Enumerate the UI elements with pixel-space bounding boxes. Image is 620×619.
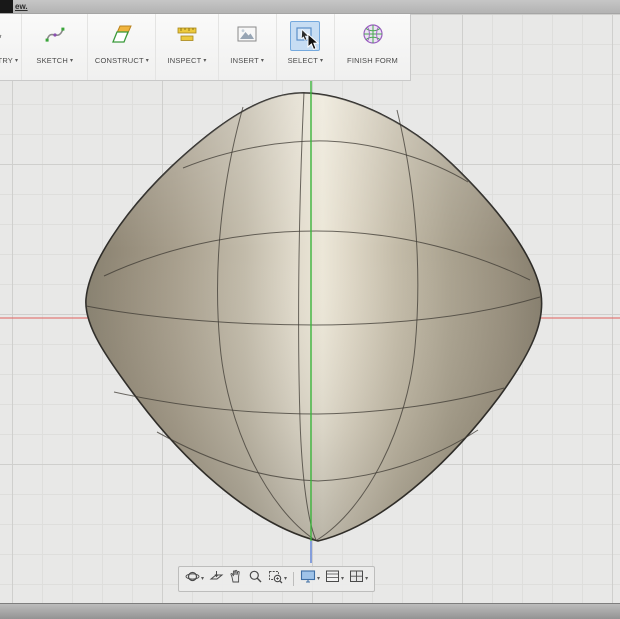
toolbar-label-symmetry: SYMMETRY	[0, 56, 13, 65]
toolbar-group-select[interactable]: SELECT ▾	[277, 13, 336, 80]
toolbar-label-sketch: SKETCH	[36, 56, 68, 65]
toolbar-label-inspect: INSPECT	[167, 56, 202, 65]
chevron-down-icon: ▾	[203, 57, 207, 64]
chevron-down-icon: ▾	[145, 57, 149, 64]
grid-and-snaps-button[interactable]: ▾	[324, 570, 345, 588]
inspect-icon	[176, 24, 198, 49]
toolbar-group-inspect[interactable]: INSPECT ▾	[156, 13, 219, 80]
chevron-down-icon: ▾	[260, 57, 265, 64]
construct-icon	[110, 23, 134, 50]
toolbar-group-insert[interactable]: INSERT ▾	[219, 13, 277, 80]
chevron-down-icon: ▾	[201, 576, 205, 582]
toolbar-group-sketch[interactable]: SKETCH ▾	[22, 13, 89, 80]
toolbar-group-finish-form[interactable]: FINISH FORM	[335, 13, 410, 80]
viewports-button[interactable]: ▾	[348, 570, 369, 588]
toolbar-label-select: SELECT	[287, 56, 318, 65]
display-settings-icon	[300, 569, 316, 589]
toolbar-group-construct[interactable]: CONSTRUCT ▾	[88, 13, 157, 80]
grid-and-snaps-icon	[325, 569, 340, 589]
sketch-icon	[44, 23, 66, 50]
orbit-icon	[185, 569, 200, 589]
top-link[interactable]: ew.	[15, 2, 28, 11]
look-at-icon	[209, 569, 224, 589]
window-corner-block	[0, 0, 13, 13]
toolbar-group-symmetry[interactable]: SYMMETRY ▾	[0, 13, 23, 80]
pan-hand-icon	[229, 569, 243, 589]
viewports-icon	[349, 569, 364, 589]
zoom-window-button[interactable]: ▾	[267, 570, 288, 588]
main-toolbar: SYMMETRY ▾ SKETCH ▾	[0, 13, 411, 81]
select-icon	[294, 23, 316, 50]
insert-icon	[236, 24, 258, 49]
symmetry-icon	[0, 24, 4, 49]
chevron-down-icon: ▾	[365, 576, 369, 582]
finish-form-icon	[361, 22, 385, 51]
navigation-bar: ▾ ▾ ▾ ▾ ▾	[178, 566, 376, 592]
look-at-button[interactable]	[208, 570, 225, 588]
orbit-button[interactable]: ▾	[184, 570, 205, 588]
task-bar	[0, 603, 620, 619]
chevron-down-icon: ▾	[70, 57, 74, 64]
display-settings-button[interactable]: ▾	[299, 570, 321, 588]
chevron-down-icon: ▾	[317, 576, 321, 582]
top-bar: ew.	[0, 0, 620, 14]
zoom-icon	[248, 569, 263, 589]
navbar-separator	[293, 572, 295, 586]
chevron-down-icon: ▾	[320, 57, 324, 64]
chevron-down-icon: ▾	[284, 576, 288, 582]
toolbar-label-finish-form: FINISH FORM	[347, 56, 398, 65]
pan-button[interactable]	[228, 569, 244, 589]
zoom-button[interactable]	[247, 570, 264, 588]
zoom-window-icon	[268, 569, 283, 589]
chevron-down-icon: ▾	[15, 57, 19, 64]
toolbar-label-construct: CONSTRUCT	[94, 56, 144, 65]
toolbar-label-insert: INSERT	[230, 56, 259, 65]
chevron-down-icon: ▾	[341, 576, 345, 582]
